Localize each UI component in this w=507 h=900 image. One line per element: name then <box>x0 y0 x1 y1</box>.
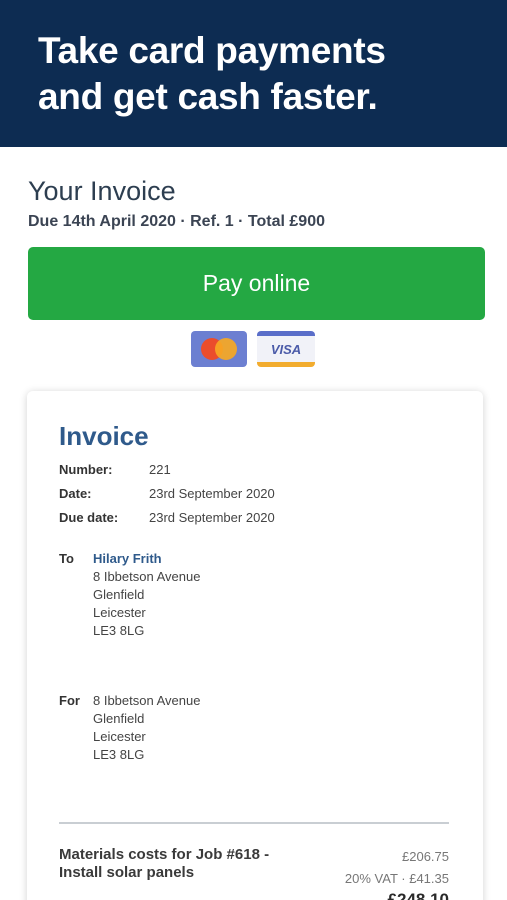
invoice-document-title: Invoice <box>59 421 149 451</box>
divider <box>59 822 449 824</box>
recipient-name: Hilary Frith <box>93 551 162 566</box>
meta-value-number: 221 <box>149 462 171 477</box>
visa-icon: VISA <box>257 331 315 367</box>
line-item-description: Materials costs for Job #618 - Install s… <box>59 846 270 881</box>
to-address-line: Leicester <box>93 605 146 620</box>
promo-headline-line-1: Take card payments <box>38 30 386 71</box>
meta-label-number: Number: <box>59 462 113 477</box>
for-address-line: Leicester <box>93 729 146 744</box>
mastercard-yellow-circle <box>215 338 237 360</box>
invoice-summary: Due 14th April 2020 · Ref. 1 · Total £90… <box>28 213 325 230</box>
pay-online-button[interactable]: Pay online <box>28 247 485 320</box>
for-address-line: 8 Ibbetson Avenue <box>93 693 201 708</box>
page-title: Your Invoice <box>28 176 176 206</box>
to-label: To <box>59 551 74 566</box>
meta-label-due-date: Due date: <box>59 510 119 525</box>
line-item-net: £206.75 <box>402 849 449 864</box>
promo-headline-line-2: and get cash faster. <box>38 76 378 117</box>
to-address-line: LE3 8LG <box>93 623 145 638</box>
for-address-line: Glenfield <box>93 711 145 726</box>
line-item-vat: 20% VAT · £41.35 <box>344 871 449 886</box>
mastercard-icon <box>191 331 247 367</box>
promo-banner: Take card payments and get cash faster. <box>0 0 507 147</box>
invoice-document: Invoice Number: 221 Date: 23rd September… <box>27 391 483 900</box>
meta-value-due-date: 23rd September 2020 <box>149 510 275 525</box>
to-address-line: 8 Ibbetson Avenue <box>93 569 201 584</box>
meta-value-date: 23rd September 2020 <box>149 486 275 501</box>
for-address-line: LE3 8LG <box>93 747 145 762</box>
to-address-line: Glenfield <box>93 587 145 602</box>
meta-label-date: Date: <box>59 486 92 501</box>
for-label: For <box>59 693 80 708</box>
line-item-total: £248.10 <box>387 890 449 900</box>
